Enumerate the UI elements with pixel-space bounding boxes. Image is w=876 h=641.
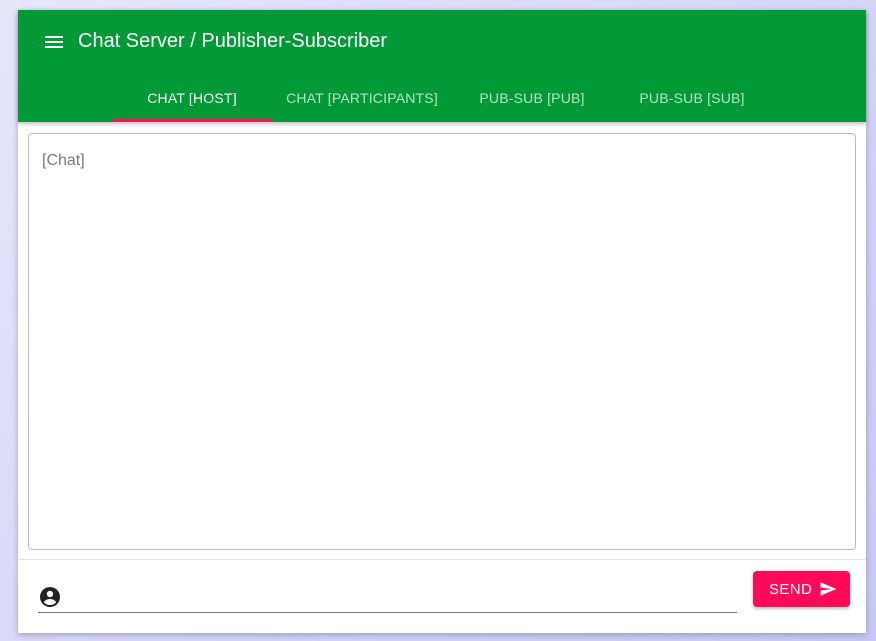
app-title: Chat Server / Publisher-Subscriber [78, 30, 388, 52]
tab-chat-participants[interactable]: CHAT [PARTICIPANTS] [272, 74, 452, 122]
chat-log[interactable]: [Chat] [28, 133, 856, 550]
menu-icon [45, 36, 63, 48]
send-button-label: SEND [769, 581, 813, 598]
tab-chat-host[interactable]: CHAT [HOST] [112, 74, 272, 122]
send-icon [820, 582, 837, 596]
app-window: Chat Server / Publisher-Subscriber CHAT … [18, 10, 866, 633]
chat-placeholder: [Chat] [42, 152, 85, 169]
message-input[interactable] [70, 584, 734, 612]
tab-pub-sub-pub[interactable]: PUB-SUB [PUB] [452, 74, 612, 122]
composer-divider [18, 559, 866, 560]
account-circle-icon [40, 587, 60, 607]
tab-bar: CHAT [HOST] CHAT [PARTICIPANTS] PUB-SUB … [18, 74, 866, 122]
message-field [38, 580, 737, 613]
menu-button[interactable] [38, 28, 70, 56]
app-bar: Chat Server / Publisher-Subscriber CHAT … [18, 10, 866, 122]
active-tab-indicator [112, 119, 272, 122]
send-button[interactable]: SEND [753, 571, 850, 607]
tab-pub-sub-sub[interactable]: PUB-SUB [SUB] [612, 74, 772, 122]
